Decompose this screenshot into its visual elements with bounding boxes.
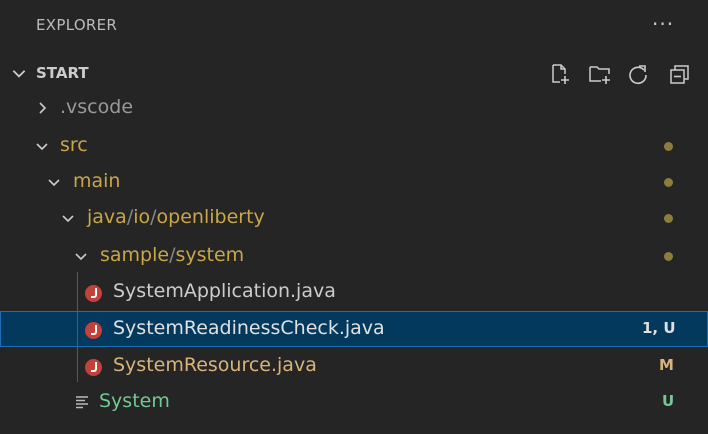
path-segment[interactable]: system bbox=[176, 244, 245, 266]
file-label: SystemReadinessCheck.java bbox=[113, 317, 385, 339]
compact-folder-path: java/io/openliberty bbox=[87, 206, 265, 228]
chevron-down-icon[interactable] bbox=[34, 138, 50, 154]
chevron-down-icon[interactable] bbox=[60, 210, 76, 226]
folder-label: src bbox=[60, 134, 88, 156]
text-file-icon bbox=[76, 396, 88, 409]
folder-label: .vscode bbox=[60, 96, 134, 118]
tree-item-file[interactable]: SystemApplication.java bbox=[0, 274, 708, 310]
folder-label: main bbox=[73, 170, 121, 192]
new-file-icon[interactable] bbox=[548, 62, 572, 86]
tree-item-file-selected[interactable]: SystemReadinessCheck.java 1, U bbox=[0, 311, 708, 347]
modified-dot bbox=[664, 178, 673, 187]
workspace-section-header[interactable]: START bbox=[0, 58, 708, 88]
path-segment[interactable]: java bbox=[87, 206, 127, 228]
tree-item-system[interactable]: System U bbox=[0, 384, 708, 420]
tree-item-sample-system[interactable]: sample/system bbox=[0, 238, 708, 274]
refresh-icon[interactable] bbox=[626, 62, 650, 86]
chevron-right-icon[interactable] bbox=[34, 100, 50, 116]
file-label: System bbox=[99, 390, 170, 412]
modified-dot bbox=[664, 142, 673, 151]
problems-git-badge: 1, U bbox=[642, 319, 676, 337]
file-label: SystemApplication.java bbox=[113, 280, 336, 302]
tree-item-java-io-openliberty[interactable]: java/io/openliberty bbox=[0, 200, 708, 236]
java-file-icon bbox=[85, 359, 102, 376]
new-folder-icon[interactable] bbox=[588, 62, 612, 86]
explorer-title: EXPLORER bbox=[36, 16, 118, 34]
git-modified-badge: M bbox=[659, 356, 674, 374]
modified-dot bbox=[664, 214, 673, 223]
explorer-header: EXPLORER ··· bbox=[0, 0, 708, 50]
java-file-icon bbox=[85, 322, 102, 339]
file-label: SystemResource.java bbox=[113, 354, 317, 376]
chevron-down-icon[interactable] bbox=[46, 174, 62, 190]
indent-guide bbox=[77, 272, 78, 382]
workspace-title: START bbox=[36, 64, 89, 82]
more-actions-icon[interactable]: ··· bbox=[652, 12, 674, 36]
path-segment[interactable]: sample bbox=[100, 244, 169, 266]
collapse-all-icon[interactable] bbox=[668, 62, 692, 86]
tree-item-vscode[interactable]: .vscode bbox=[0, 90, 708, 126]
modified-dot bbox=[664, 252, 673, 261]
chevron-down-icon[interactable] bbox=[10, 64, 28, 82]
path-segment[interactable]: io bbox=[133, 206, 150, 228]
chevron-down-icon[interactable] bbox=[73, 248, 89, 264]
tree-item-main[interactable]: main bbox=[0, 164, 708, 200]
compact-folder-path: sample/system bbox=[100, 244, 244, 266]
tree-item-src[interactable]: src bbox=[0, 128, 708, 164]
java-file-icon bbox=[85, 285, 102, 302]
tree-item-file[interactable]: SystemResource.java M bbox=[0, 348, 708, 384]
path-segment[interactable]: openliberty bbox=[157, 206, 265, 228]
git-untracked-badge: U bbox=[662, 392, 675, 410]
